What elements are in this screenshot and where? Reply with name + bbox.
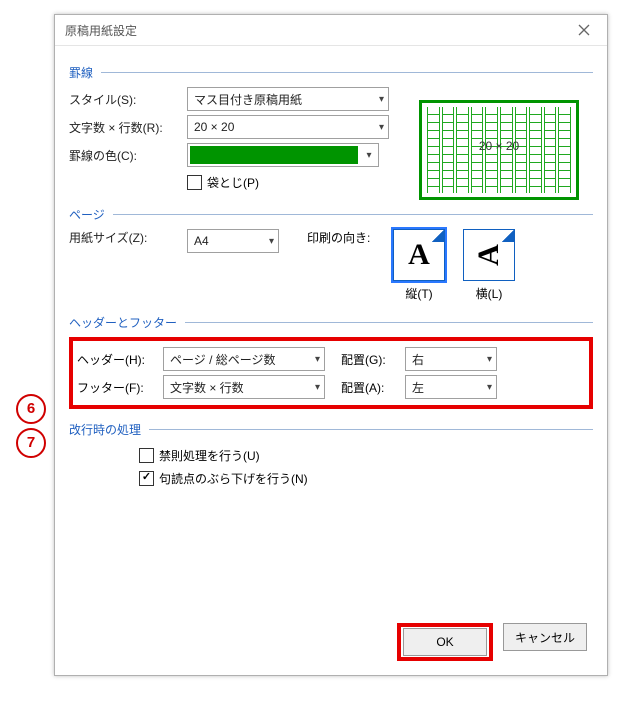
header-align-value: 右 <box>412 351 424 368</box>
chevron-down-icon: ▾ <box>315 382 320 393</box>
chevron-down-icon: ▾ <box>360 150 378 161</box>
group-ruled-lines: 罫線 <box>69 64 93 81</box>
paper-size-label: 用紙サイズ(Z): <box>69 229 187 246</box>
group-page: ページ <box>69 206 105 223</box>
color-swatch <box>190 146 358 164</box>
callout-7: 7 <box>16 428 46 458</box>
page-fold-icon <box>432 230 444 242</box>
grid-preview-label: 20 × 20 <box>422 139 576 153</box>
close-icon[interactable] <box>567 19 601 41</box>
dialog-title: 原稿用紙設定 <box>65 22 567 39</box>
group-header-footer: ヘッダーとフッター <box>69 314 177 331</box>
line-color-label: 罫線の色(C): <box>69 147 187 164</box>
style-select[interactable]: マス目付き原稿用紙 ▾ <box>187 87 389 111</box>
header-value: ページ / 総ページ数 <box>170 351 276 368</box>
line-color-select[interactable]: ▾ <box>187 143 379 167</box>
hanging-punct-label: 句読点のぶら下げを行う(N) <box>159 470 308 487</box>
header-label: ヘッダー(H): <box>77 351 163 368</box>
checkbox-icon <box>139 448 154 463</box>
hanging-punct-checkbox[interactable]: 句読点のぶら下げを行う(N) <box>139 470 308 487</box>
genkou-settings-dialog: 原稿用紙設定 罫線 スタイル(S): マス目付き原稿用紙 ▾ 文字数 × 行数(… <box>54 14 608 676</box>
footer-align-label: 配置(A): <box>341 379 405 396</box>
footer-align-select[interactable]: 左 ▾ <box>405 375 497 399</box>
orientation-landscape-label: 横(L) <box>463 285 515 302</box>
checkbox-checked-icon <box>139 471 154 486</box>
footer-align-value: 左 <box>412 379 424 396</box>
letter-a-icon: A <box>472 244 506 266</box>
style-value: マス目付き原稿用紙 <box>194 91 302 108</box>
chevron-down-icon: ▾ <box>487 382 492 393</box>
gutter-binding-label: 袋とじ(P) <box>207 174 259 191</box>
chevron-down-icon: ▾ <box>379 122 384 133</box>
chevron-down-icon: ▾ <box>379 94 384 105</box>
cancel-button[interactable]: キャンセル <box>503 623 587 651</box>
footer-select[interactable]: 文字数 × 行数 ▾ <box>163 375 325 399</box>
ok-button[interactable]: OK <box>403 628 487 656</box>
grid-label: 文字数 × 行数(R): <box>69 119 187 136</box>
header-select[interactable]: ページ / 総ページ数 ▾ <box>163 347 325 371</box>
footer-label: フッター(F): <box>77 379 163 396</box>
chevron-down-icon: ▾ <box>269 236 274 247</box>
style-label: スタイル(S): <box>69 91 187 108</box>
grid-preview: 20 × 20 <box>419 100 579 200</box>
chevron-down-icon: ▾ <box>315 354 320 365</box>
kinsoku-checkbox[interactable]: 禁則処理を行う(U) <box>139 447 260 464</box>
footer-value: 文字数 × 行数 <box>170 379 244 396</box>
page-fold-icon <box>502 230 514 242</box>
orientation-landscape[interactable]: A <box>463 229 515 281</box>
annotation-redbox-hf: ヘッダー(H): ページ / 総ページ数 ▾ 配置(G): 右 ▾ フッター(F… <box>69 337 593 409</box>
annotation-redbox-ok: OK <box>397 623 493 661</box>
group-linebreak: 改行時の処理 <box>69 421 141 438</box>
kinsoku-label: 禁則処理を行う(U) <box>159 447 260 464</box>
orientation-label: 印刷の向き: <box>307 229 375 246</box>
callout-6: 6 <box>16 394 46 424</box>
checkbox-icon <box>187 175 202 190</box>
orientation-portrait[interactable]: A <box>393 229 445 281</box>
chevron-down-icon: ▾ <box>487 354 492 365</box>
orientation-portrait-label: 縦(T) <box>393 285 445 302</box>
header-align-select[interactable]: 右 ▾ <box>405 347 497 371</box>
paper-size-select[interactable]: A4 ▾ <box>187 229 279 253</box>
grid-select[interactable]: 20 × 20 ▾ <box>187 115 389 139</box>
gutter-binding-checkbox[interactable]: 袋とじ(P) <box>187 174 259 191</box>
grid-value: 20 × 20 <box>194 120 234 134</box>
header-align-label: 配置(G): <box>341 351 405 368</box>
letter-a-icon: A <box>408 238 430 272</box>
paper-size-value: A4 <box>194 234 209 248</box>
